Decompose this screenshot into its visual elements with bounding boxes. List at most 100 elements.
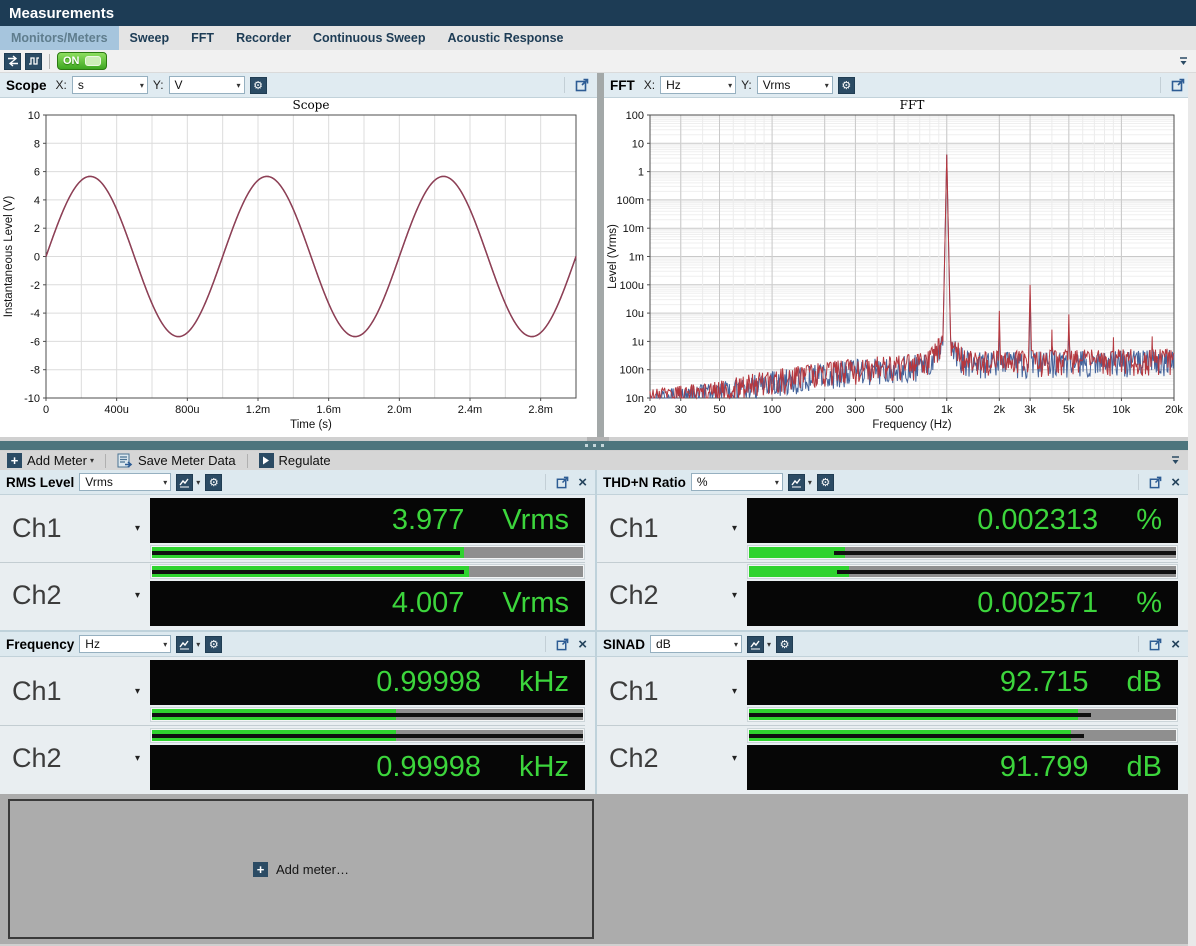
fft-y-unit-select[interactable]: Vrms▾: [757, 76, 833, 94]
chevron-down-icon[interactable]: ▾: [808, 478, 812, 487]
chevron-down-icon: ▾: [732, 753, 737, 764]
square-wave-icon[interactable]: [25, 53, 42, 70]
svg-text:1u: 1u: [632, 336, 644, 348]
chevron-down-icon[interactable]: ▾: [196, 478, 200, 487]
meter-display: 4.007Vrms: [150, 581, 585, 626]
io-swap-icon[interactable]: [4, 53, 21, 70]
meter-graph-icon[interactable]: [176, 474, 193, 491]
fft-popout-icon[interactable]: [1169, 78, 1187, 92]
channel-selector[interactable]: Ch2▾: [597, 727, 747, 792]
save-meter-data-button[interactable]: Save Meter Data: [114, 453, 239, 468]
channel-selector[interactable]: Ch1▾: [597, 659, 747, 724]
fft-title: FFT: [610, 78, 635, 93]
svg-text:10n: 10n: [626, 393, 644, 405]
meter-graph-icon[interactable]: [788, 474, 805, 491]
meter-settings-gear-icon[interactable]: ⚙: [205, 474, 222, 491]
meter-toolbar-overflow-icon[interactable]: [1167, 453, 1184, 468]
toolbar-separator: [49, 54, 50, 69]
svg-text:1k: 1k: [941, 404, 953, 416]
meter-graph-icon[interactable]: [747, 636, 764, 653]
svg-text:0: 0: [34, 252, 40, 264]
meter-close-icon[interactable]: ×: [576, 637, 589, 652]
tab-acoustic-response[interactable]: Acoustic Response: [436, 26, 574, 50]
meter-popout-icon[interactable]: [554, 476, 571, 489]
tab-fft[interactable]: FFT: [180, 26, 225, 50]
tab-monitors-meters[interactable]: Monitors/Meters: [0, 26, 119, 50]
tab-recorder[interactable]: Recorder: [225, 26, 302, 50]
main-toolbar: ON: [0, 50, 1196, 73]
tab-sweep[interactable]: Sweep: [119, 26, 181, 50]
channel-selector[interactable]: Ch2▾: [597, 564, 747, 628]
meter-popout-icon[interactable]: [554, 638, 571, 651]
channel-row: Ch1▾ 3.977Vrms: [0, 497, 585, 561]
channel-selector[interactable]: Ch1▾: [0, 497, 150, 561]
level-bar: [150, 728, 585, 743]
meter-panel-frequency: Frequency Hz▾ ▾ ⚙ × Ch1▾ 0.99998kHz: [0, 632, 595, 794]
svg-text:2: 2: [34, 223, 40, 235]
meter-display: 0.99998kHz: [150, 660, 585, 705]
level-bar: [150, 564, 585, 579]
meter-display: 0.002313%: [747, 498, 1178, 543]
chevron-down-icon: ▾: [732, 523, 737, 534]
meter-close-icon[interactable]: ×: [1169, 637, 1182, 652]
svg-text:-6: -6: [30, 336, 40, 348]
channel-selector[interactable]: Ch1▾: [597, 497, 747, 561]
meter-graph-icon[interactable]: [176, 636, 193, 653]
chevron-down-icon: ▾: [775, 478, 779, 487]
chevron-down-icon: ▾: [825, 81, 829, 90]
regulate-button[interactable]: Regulate: [256, 453, 334, 468]
svg-text:-4: -4: [30, 308, 40, 320]
fft-x-unit-select[interactable]: Hz▾: [660, 76, 736, 94]
add-meter-placeholder[interactable]: + Add meter…: [8, 799, 594, 939]
meter-unit-select[interactable]: Vrms▾: [79, 473, 171, 491]
meter-popout-icon[interactable]: [1147, 476, 1164, 489]
scope-settings-gear-icon[interactable]: ⚙: [250, 77, 267, 94]
channel-selector[interactable]: Ch2▾: [0, 564, 150, 628]
meter-settings-gear-icon[interactable]: ⚙: [817, 474, 834, 491]
scope-x-unit-select[interactable]: s▾: [72, 76, 148, 94]
chevron-down-icon: ▾: [732, 686, 737, 697]
meter-unit-select[interactable]: %▾: [691, 473, 783, 491]
svg-text:Level (Vrms): Level (Vrms): [607, 224, 619, 289]
meter-settings-gear-icon[interactable]: ⚙: [205, 636, 222, 653]
chevron-down-icon: ▾: [135, 753, 140, 764]
panel-divider[interactable]: [597, 73, 604, 437]
meter-unit-select[interactable]: dB▾: [650, 635, 742, 653]
meter-settings-gear-icon[interactable]: ⚙: [776, 636, 793, 653]
meter-popout-icon[interactable]: [1147, 638, 1164, 651]
meter-unit-select[interactable]: Hz▾: [79, 635, 171, 653]
fft-settings-gear-icon[interactable]: ⚙: [838, 77, 855, 94]
toolbar-overflow-icon[interactable]: [1175, 54, 1192, 69]
svg-text:Frequency (Hz): Frequency (Hz): [872, 419, 951, 431]
svg-text:-8: -8: [30, 365, 40, 377]
chevron-down-icon[interactable]: ▾: [196, 640, 200, 649]
scope-y-unit-select[interactable]: V▾: [169, 76, 245, 94]
meter-display: 0.99998kHz: [150, 745, 585, 790]
svg-text:50: 50: [713, 404, 725, 416]
tab-continuous-sweep[interactable]: Continuous Sweep: [302, 26, 437, 50]
svg-text:800u: 800u: [175, 404, 199, 416]
channel-selector[interactable]: Ch2▾: [0, 727, 150, 792]
channel-row: Ch2▾ 0.99998kHz: [0, 727, 585, 792]
svg-text:-2: -2: [30, 280, 40, 292]
channel-selector[interactable]: Ch1▾: [0, 659, 150, 724]
svg-text:20: 20: [644, 404, 656, 416]
save-data-icon: [117, 453, 133, 468]
svg-text:10u: 10u: [626, 308, 644, 320]
meter-header: THD+N Ratio %▾ ▾ ⚙ ×: [597, 470, 1188, 495]
chevron-down-icon[interactable]: ▾: [767, 640, 771, 649]
svg-text:1m: 1m: [629, 252, 644, 264]
scope-panel: Scope X: s▾ Y: V▾ ⚙ -10-8-6-4-2024681004…: [0, 73, 597, 437]
add-meter-button[interactable]: + Add Meter ▾: [4, 453, 97, 468]
generator-on-toggle[interactable]: ON: [57, 52, 107, 70]
horizontal-splitter[interactable]: [0, 437, 1196, 451]
empty-meter-area: + Add meter…: [0, 794, 1196, 944]
channel-row: Ch1▾ 92.715dB: [597, 659, 1178, 724]
meter-close-icon[interactable]: ×: [1169, 475, 1182, 490]
plus-icon: +: [7, 453, 22, 468]
right-scroll-strip[interactable]: [1188, 73, 1196, 946]
meter-display: 3.977Vrms: [150, 498, 585, 543]
scope-popout-icon[interactable]: [573, 78, 591, 92]
chevron-down-icon: ▾: [728, 81, 732, 90]
meter-close-icon[interactable]: ×: [576, 475, 589, 490]
